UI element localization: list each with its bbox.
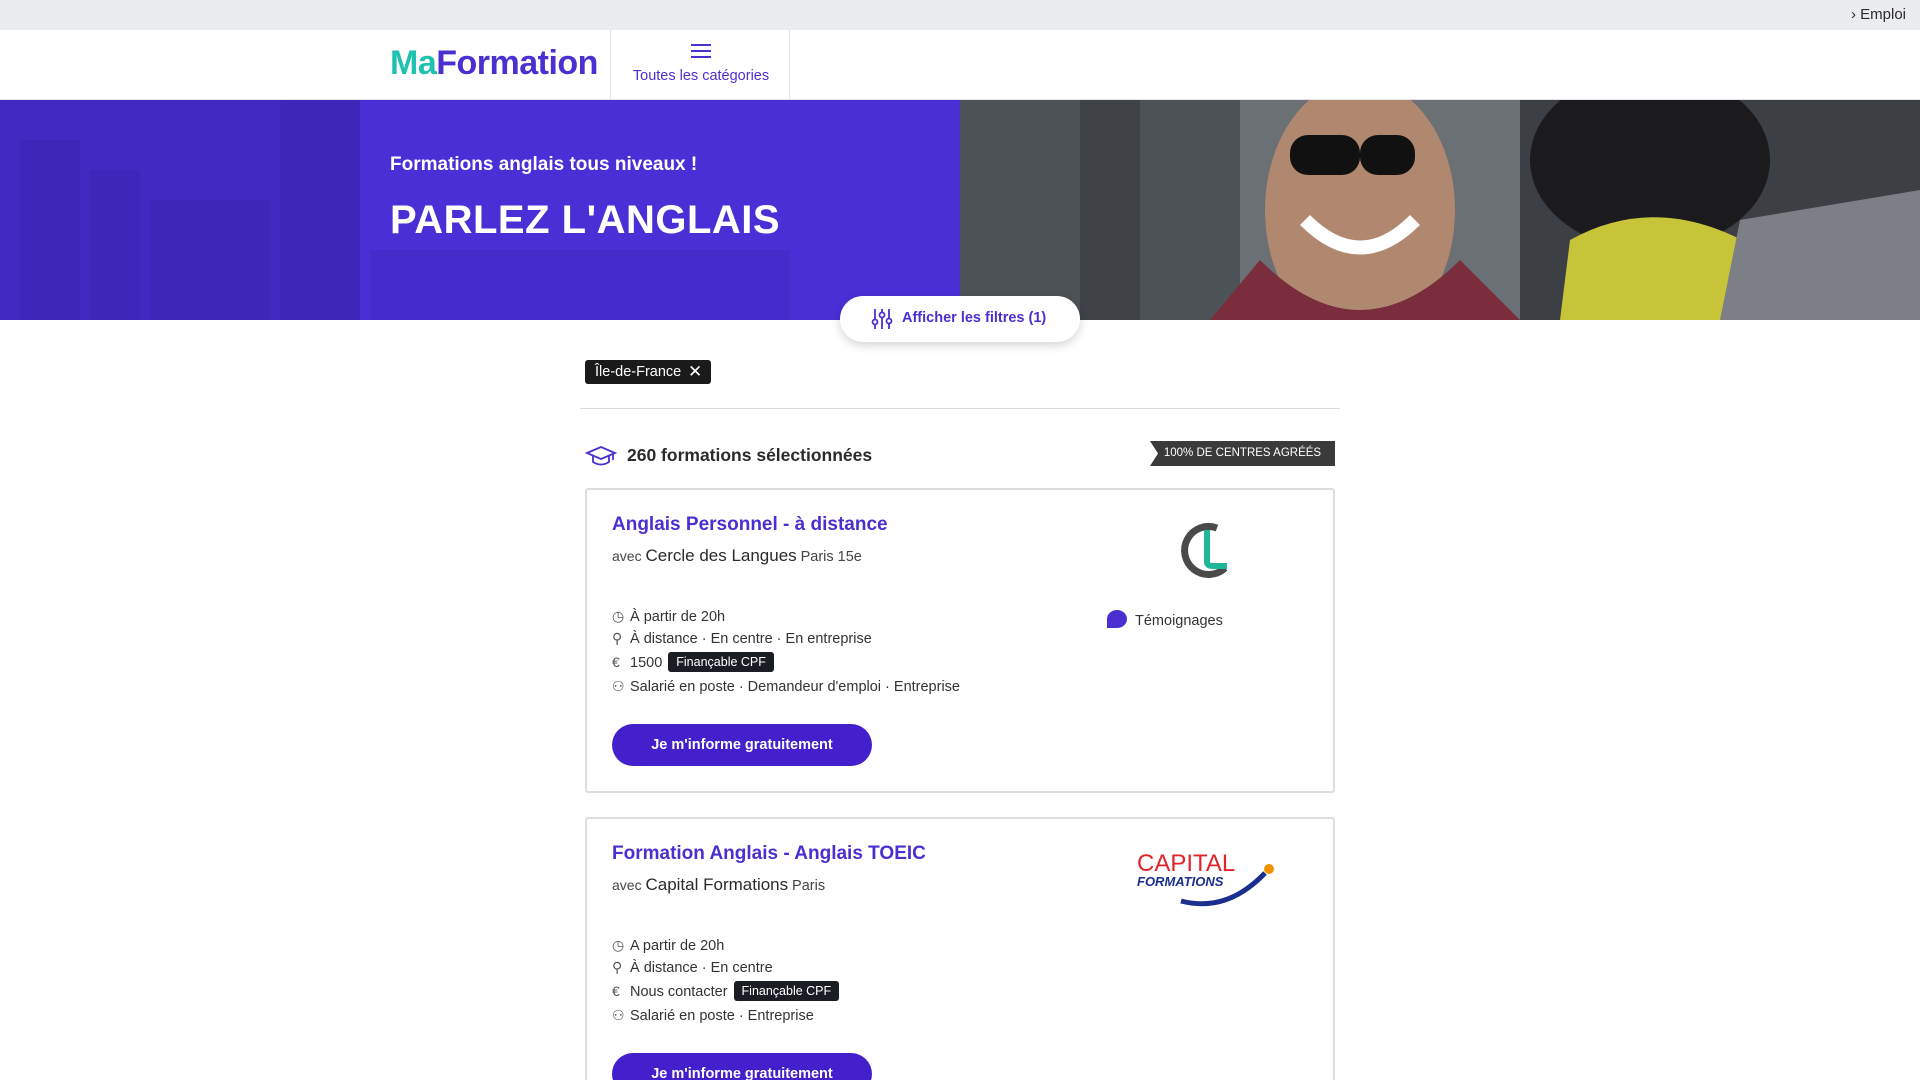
maformation-logo[interactable]: MaFormation — [390, 44, 598, 83]
person-icon: ⚇ — [612, 678, 625, 694]
organization-name: Capital Formations — [645, 875, 789, 894]
sliders-icon — [871, 309, 893, 329]
hero-title: PARLEZ L'ANGLAIS — [390, 198, 781, 242]
logo-formation-text: Formation — [436, 44, 598, 82]
skyline-building-shape — [370, 250, 790, 320]
training-card: Formation Anglais - Anglais TOEIC avec C… — [585, 817, 1335, 1080]
hamburger-menu-icon — [691, 44, 711, 58]
big-ben-tower-shape — [280, 100, 360, 320]
all-categories-label: Toutes les catégories — [632, 68, 770, 84]
testimonials-link[interactable]: Témoignages — [1107, 610, 1223, 629]
training-modes: ⚲ À distance · En centre · En entreprise — [612, 630, 872, 647]
location-pin-icon: ⚲ — [612, 959, 623, 975]
active-filter-label: Île-de-France — [595, 364, 682, 380]
graduation-cap-icon — [585, 446, 617, 466]
training-duration: ◷ A partir de 20h — [612, 937, 725, 954]
clock-icon: ◷ — [612, 937, 625, 953]
site-header: MaFormation Toutes les catégories — [0, 30, 1920, 100]
top-utility-bar: › Emploi — [0, 0, 1920, 30]
hero-subtitle: Formations anglais tous niveaux ! — [390, 154, 698, 175]
cpf-badge: Finançable CPF — [668, 652, 774, 672]
location-pin-icon: ⚲ — [612, 630, 623, 646]
training-provider: avec Capital Formations Paris — [612, 875, 825, 895]
active-filter-tag[interactable]: Île-de-France ✕ — [585, 360, 712, 384]
show-filters-button[interactable]: Afficher les filtres (1) — [840, 296, 1080, 342]
cercle-des-langues-logo — [1181, 522, 1228, 578]
organization-name: Cercle des Langues — [645, 546, 797, 565]
training-card: Anglais Personnel - à distance avec Cerc… — [585, 488, 1335, 793]
training-audience: ⚇ Salarié en poste · Entreprise — [612, 1007, 814, 1024]
hero-banner: Formations anglais tous niveaux ! PARLEZ… — [0, 100, 1920, 320]
training-audience: ⚇ Salarié en poste · Demandeur d'emploi ·… — [612, 678, 960, 695]
clock-icon: ◷ — [612, 608, 625, 624]
cpf-badge: Finançable CPF — [733, 981, 840, 1001]
with-prefix: avec — [612, 548, 642, 564]
capital-formations-logo: CAPITAL FORMATIONS — [1137, 852, 1287, 913]
testimonials-label: Témoignages — [1135, 613, 1223, 629]
training-title[interactable]: Formation Anglais - Anglais TOEIC — [612, 843, 926, 865]
skyline-building-shape — [20, 140, 80, 320]
request-info-button[interactable]: Je m'informe gratuitement — [612, 1053, 872, 1080]
organization-city: Paris — [792, 878, 826, 894]
logo-swoosh-icon — [1180, 864, 1274, 907]
show-filters-label: Afficher les filtres (1) — [902, 310, 1047, 326]
training-modes: ⚲ À distance · En centre — [612, 959, 773, 976]
request-info-button[interactable]: Je m'informe gratuitement — [612, 724, 872, 766]
training-provider: avec Cercle des Langues Paris 15e — [612, 546, 862, 566]
logo-ma-text: Ma — [390, 44, 437, 82]
training-title[interactable]: Anglais Personnel - à distance — [612, 514, 888, 536]
training-duration: ◷ À partir de 20h — [612, 608, 726, 625]
training-price: €1500 Finançable CPF — [612, 652, 774, 672]
breadcrumb-emploi[interactable]: › Emploi — [1851, 6, 1906, 23]
training-price: € Nous contacter Finançable CPF — [612, 981, 840, 1001]
euro-icon: € — [612, 654, 620, 670]
hero-photo-people — [960, 100, 1920, 320]
speech-bubble-icon — [1107, 610, 1127, 628]
remove-filter-icon[interactable]: ✕ — [688, 360, 702, 384]
euro-icon: € — [612, 983, 620, 999]
person-icon: ⚇ — [612, 1007, 625, 1023]
with-prefix: avec — [612, 877, 642, 893]
organization-city: Paris 15e — [800, 549, 862, 565]
divider — [580, 408, 1340, 409]
skyline-building-shape — [150, 200, 270, 320]
skyline-building-shape — [90, 170, 140, 320]
results-count-text: 260 formations sélectionnées — [627, 445, 873, 465]
all-categories-button[interactable]: Toutes les catégories — [610, 30, 790, 100]
hero-photo-illustration — [960, 100, 1920, 320]
approved-centers-badge: 100% DE CENTRES AGRÉÉS — [1150, 441, 1335, 466]
